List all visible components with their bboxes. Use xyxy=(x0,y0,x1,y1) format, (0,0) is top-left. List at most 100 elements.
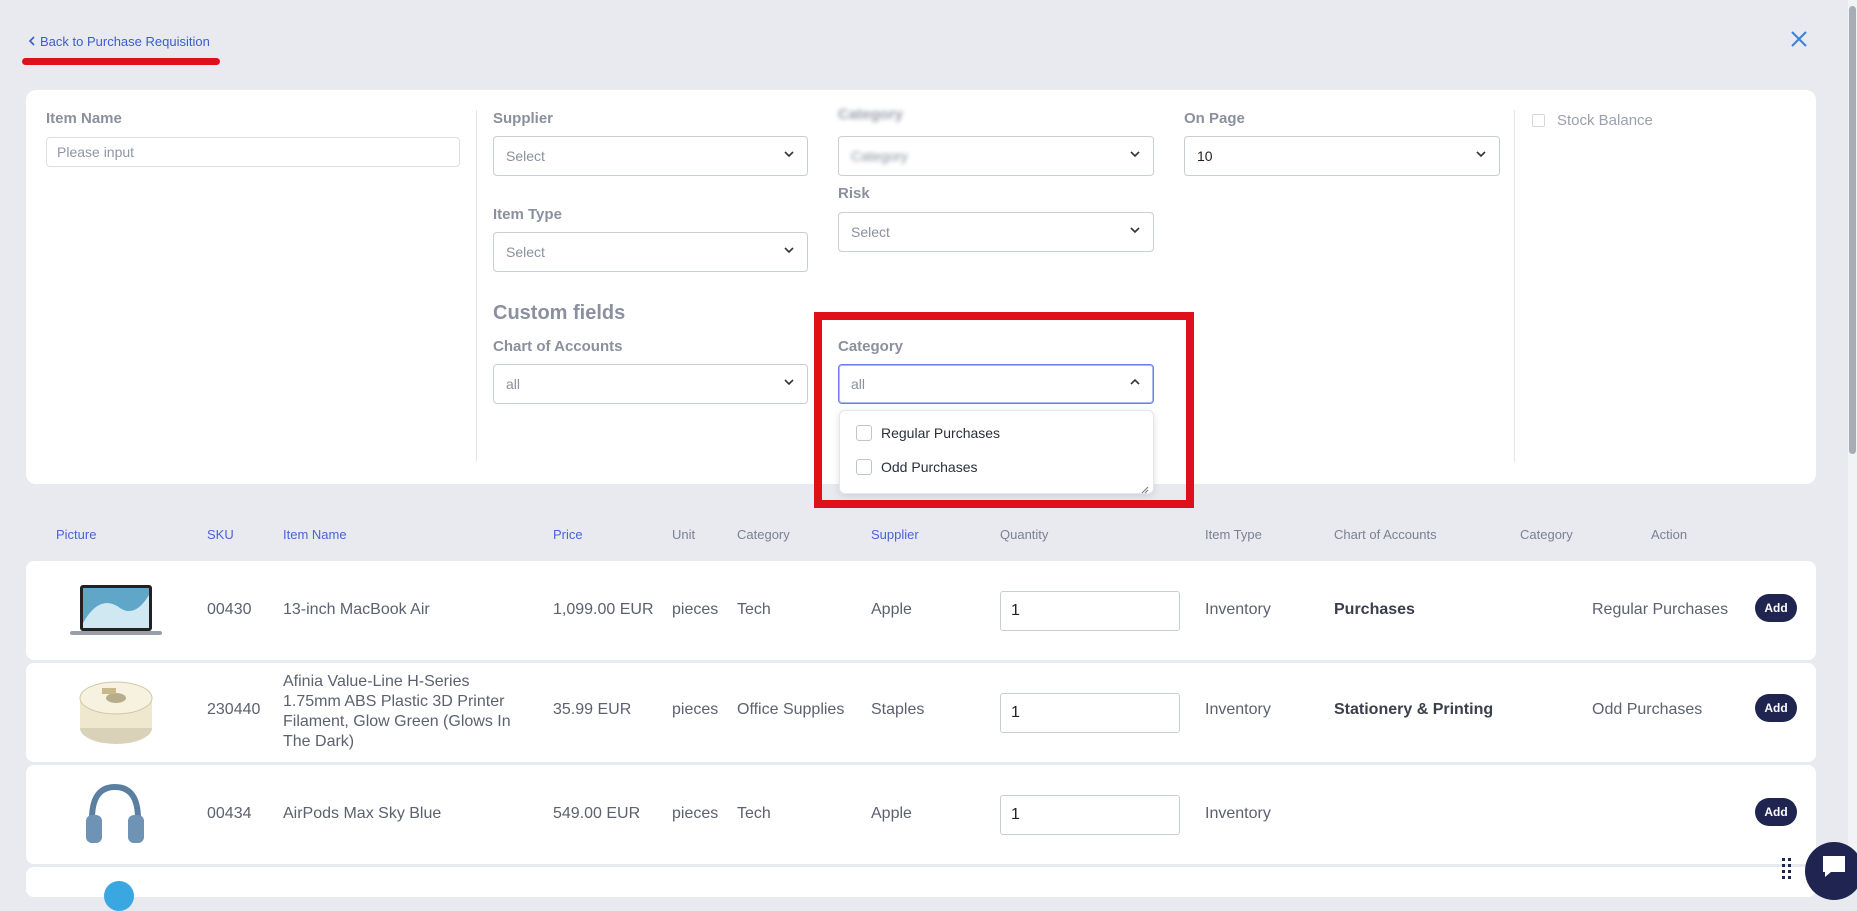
on-page-select[interactable]: 10 xyxy=(1184,136,1500,176)
header-chart-of-accounts: Chart of Accounts xyxy=(1334,527,1437,542)
quantity-input[interactable] xyxy=(1000,693,1180,733)
chat-icon xyxy=(1823,856,1845,877)
category-cell: Tech xyxy=(737,805,771,822)
sku-cell: 00430 xyxy=(207,601,252,618)
category-select-top[interactable]: Category xyxy=(838,136,1154,176)
category-cell: Tech xyxy=(737,601,771,618)
item-name-cell: Afinia Value-Line H-Series 1.75mm ABS Pl… xyxy=(283,672,511,752)
chevron-left-icon xyxy=(28,34,36,49)
headphones-icon xyxy=(86,783,144,843)
quantity-input[interactable] xyxy=(1000,591,1180,631)
sku-cell: 00434 xyxy=(207,805,252,822)
item-name-line: Filament, Glow Green (Glows In xyxy=(283,713,511,730)
option-regular-purchases[interactable]: Regular Purchases xyxy=(856,425,1000,441)
annotation-underline xyxy=(22,58,220,65)
supplier-cell: Apple xyxy=(871,601,912,618)
category-select-top-value: Category xyxy=(851,148,908,164)
add-button[interactable]: Add xyxy=(1755,594,1797,622)
custom-category-cell: Regular Purchases xyxy=(1592,601,1729,618)
header-item-name[interactable]: Item Name xyxy=(283,527,347,542)
header-item-type: Item Type xyxy=(1205,527,1262,542)
option-label: Odd Purchases xyxy=(881,459,978,475)
supplier-cell: Staples xyxy=(871,701,925,718)
sku-cell: 230440 xyxy=(207,701,261,718)
item-name-line: Afinia Value-Line H-Series xyxy=(283,673,470,690)
chart-of-accounts-select[interactable]: all xyxy=(493,364,808,404)
price-cell: 549.00 EUR xyxy=(553,805,641,822)
price-cell: 1,099.00 EUR xyxy=(553,601,654,618)
supplier-cell: Apple xyxy=(871,805,912,822)
add-button[interactable]: Add xyxy=(1755,694,1797,722)
supplier-label: Supplier xyxy=(493,110,554,127)
table-row: 230440 Afinia Value-Line H-Series 1.75mm… xyxy=(26,663,1816,762)
on-page-select-value: 10 xyxy=(1197,148,1213,164)
item-name-line: 1.75mm ABS Plastic 3D Printer xyxy=(283,693,505,710)
header-picture[interactable]: Picture xyxy=(56,527,96,542)
stock-balance-checkbox[interactable] xyxy=(1532,114,1545,127)
item-type-label: Item Type xyxy=(493,206,562,223)
chevron-down-icon xyxy=(783,375,795,393)
chat-button[interactable] xyxy=(1805,842,1857,900)
custom-fields-title: Custom fields xyxy=(493,302,626,324)
category-custom-select[interactable]: all xyxy=(838,364,1154,404)
drag-handle-icon[interactable] xyxy=(1782,858,1792,884)
option-label: Regular Purchases xyxy=(881,425,1001,441)
option-odd-purchases[interactable]: Odd Purchases xyxy=(856,459,978,475)
header-custom-category: Category xyxy=(1520,527,1573,542)
add-button[interactable]: Add xyxy=(1755,798,1797,826)
table-row: 00430 13-inch MacBook Air 1,099.00 EUR p… xyxy=(26,561,1816,660)
item-thumbnail xyxy=(104,881,134,911)
header-quantity: Quantity xyxy=(1000,527,1049,542)
chevron-down-icon xyxy=(783,147,795,165)
table-row xyxy=(26,867,1816,911)
laptop-icon xyxy=(70,585,162,635)
unit-cell: pieces xyxy=(672,601,719,618)
header-unit: Unit xyxy=(672,527,696,542)
chevron-down-icon xyxy=(783,243,795,261)
item-name-input[interactable] xyxy=(46,137,460,167)
item-name-label: Item Name xyxy=(46,110,122,127)
filament-spool-icon xyxy=(79,681,153,744)
item-type-cell: Inventory xyxy=(1205,701,1271,718)
filter-divider xyxy=(1514,110,1515,462)
risk-select[interactable]: Select xyxy=(838,212,1154,252)
header-supplier[interactable]: Supplier xyxy=(871,527,919,542)
chart-of-accounts-cell: Stationery & Printing xyxy=(1334,701,1494,718)
header-action: Action xyxy=(1651,527,1688,542)
custom-category-cell: Odd Purchases xyxy=(1592,701,1703,718)
item-type-select-value: Select xyxy=(506,244,545,260)
item-name-line: The Dark) xyxy=(283,733,355,750)
option-checkbox[interactable] xyxy=(856,425,872,441)
supplier-select[interactable]: Select xyxy=(493,136,808,176)
category-custom-select-value: all xyxy=(851,376,866,392)
category-custom-label: Category xyxy=(838,338,904,355)
chart-of-accounts-cell: Purchases xyxy=(1334,601,1415,618)
category-label-top: Category xyxy=(838,106,904,123)
on-page-label: On Page xyxy=(1184,110,1245,127)
filter-divider xyxy=(476,110,477,462)
scrollbar-thumb[interactable] xyxy=(1849,6,1856,454)
chevron-down-icon xyxy=(1129,223,1141,241)
back-to-purchase-requisition-link[interactable]: Back to Purchase Requisition xyxy=(28,34,210,49)
back-link-label: Back to Purchase Requisition xyxy=(40,34,210,49)
chevron-down-icon xyxy=(1475,147,1487,165)
item-name-cell: AirPods Max Sky Blue xyxy=(283,805,442,822)
close-icon[interactable] xyxy=(1788,28,1810,50)
chevron-down-icon xyxy=(1129,147,1141,165)
quantity-input[interactable] xyxy=(1000,795,1180,835)
item-type-select[interactable]: Select xyxy=(493,232,808,272)
unit-cell: pieces xyxy=(672,701,719,718)
risk-select-value: Select xyxy=(851,224,890,240)
category-cell: Office Supplies xyxy=(737,701,845,718)
stock-balance-label: Stock Balance xyxy=(1557,112,1653,129)
unit-cell: pieces xyxy=(672,805,719,822)
table-row: 00434 AirPods Max Sky Blue 549.00 EUR pi… xyxy=(26,765,1816,864)
resize-handle-icon[interactable] xyxy=(1141,481,1149,494)
header-price[interactable]: Price xyxy=(553,527,583,542)
chevron-up-icon xyxy=(1129,375,1141,393)
option-checkbox[interactable] xyxy=(856,459,872,475)
header-sku[interactable]: SKU xyxy=(207,527,234,542)
header-category: Category xyxy=(737,527,790,542)
item-type-cell: Inventory xyxy=(1205,601,1271,618)
item-name-cell: 13-inch MacBook Air xyxy=(283,601,430,618)
